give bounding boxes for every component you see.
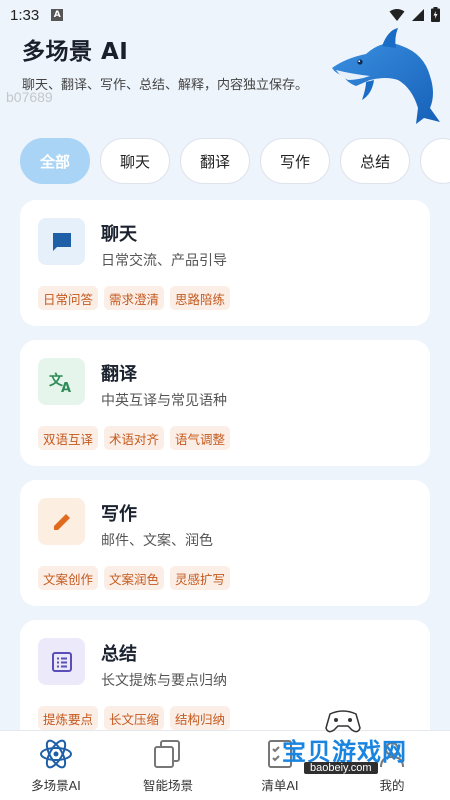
- scene-tag: 需求澄清: [104, 286, 165, 310]
- watermark-stamp-url: baobeiy.com: [304, 762, 378, 774]
- scene-desc: 中英互译与常见语种: [101, 393, 227, 409]
- scene-desc: 长文提炼与要点归纳: [101, 673, 227, 689]
- scene-icon-box: [38, 498, 85, 545]
- status-icons: [389, 7, 440, 22]
- translate-icon: 文 A: [49, 372, 71, 394]
- svg-text:A: A: [61, 381, 71, 394]
- battery-icon: [431, 7, 440, 22]
- filter-chips: 全部 聊天 翻译 写作 总结: [20, 138, 450, 184]
- dolphin-mascot-icon: [332, 28, 440, 125]
- scene-title: 总结: [101, 644, 137, 665]
- scene-tag: 提炼要点: [38, 706, 99, 730]
- nav-item-multi-scene-ai[interactable]: 多场景AI: [6, 731, 106, 800]
- scene-icon-box: [38, 218, 85, 265]
- header: 多场景 AI: [22, 32, 128, 66]
- nav-label: 智能场景: [142, 778, 193, 793]
- nav-label: 多场景AI: [31, 778, 81, 793]
- scene-title: 写作: [101, 504, 137, 525]
- scene-tag: 语气调整: [170, 426, 231, 450]
- scene-card-translate[interactable]: 文 A 翻译 中英互译与常见语种 双语互译 术语对齐 语气调整: [20, 340, 430, 466]
- scene-tag: 结构归纳: [170, 706, 231, 730]
- scene-tag: 长文压缩: [104, 706, 165, 730]
- wifi-icon: [389, 8, 405, 21]
- scene-tags: 双语互译 术语对齐 语气调整: [38, 426, 231, 450]
- scene-tags: 文案创作 文案润色 灵感扩写: [38, 566, 231, 590]
- watermark-stamp: 宝贝游戏网 baobeiy.com: [276, 702, 426, 782]
- chat-bubble-icon: [52, 232, 71, 251]
- list-icon: [51, 651, 72, 672]
- scene-title: 聊天: [101, 224, 137, 245]
- filter-chip-writing[interactable]: 写作: [260, 138, 331, 184]
- scene-desc: 邮件、文案、润色: [101, 533, 213, 549]
- scene-tag: 日常问答: [38, 286, 99, 310]
- scene-desc: 日常交流、产品引导: [101, 253, 227, 269]
- scene-icon-box: [38, 638, 85, 685]
- page-subtitle: 聊天、翻译、写作、总结、解释，内容独立保存。: [22, 78, 309, 93]
- filter-chip-chat[interactable]: 聊天: [100, 138, 171, 184]
- scene-tag: 文案创作: [38, 566, 99, 590]
- nav-item-smart-scene[interactable]: 智能场景: [118, 731, 218, 800]
- scene-icon-box: 文 A: [38, 358, 85, 405]
- scene-tag: 灵感扩写: [170, 566, 231, 590]
- page-title: 多场景 AI: [22, 39, 129, 65]
- scene-tag: 双语互译: [38, 426, 99, 450]
- watermark-code: b07689: [6, 89, 53, 105]
- filter-chip-summary[interactable]: 总结: [340, 138, 411, 184]
- status-time: 1:33: [10, 6, 40, 24]
- pencil-icon: [53, 513, 70, 530]
- copy-stack-icon: [154, 740, 180, 768]
- notification-icon: A: [51, 9, 64, 21]
- scene-title: 翻译: [101, 364, 137, 385]
- filter-chip-all[interactable]: 全部: [20, 138, 91, 184]
- scene-card-writing[interactable]: 写作 邮件、文案、润色 文案创作 文案润色 灵感扩写: [20, 480, 430, 606]
- filter-chip-more[interactable]: [420, 138, 450, 184]
- scene-tag: 思路陪练: [170, 286, 231, 310]
- scene-tag: 术语对齐: [104, 426, 165, 450]
- filter-chip-translate[interactable]: 翻译: [180, 138, 251, 184]
- scene-card-chat[interactable]: 聊天 日常交流、产品引导 日常问答 需求澄清 思路陪练: [20, 200, 430, 326]
- scene-tags: 日常问答 需求澄清 思路陪练: [38, 286, 231, 310]
- scene-tag: 文案润色: [104, 566, 165, 590]
- atom-icon: [40, 739, 72, 769]
- scene-tags: 提炼要点 长文压缩 结构归纳: [38, 706, 231, 730]
- signal-icon: [412, 8, 424, 21]
